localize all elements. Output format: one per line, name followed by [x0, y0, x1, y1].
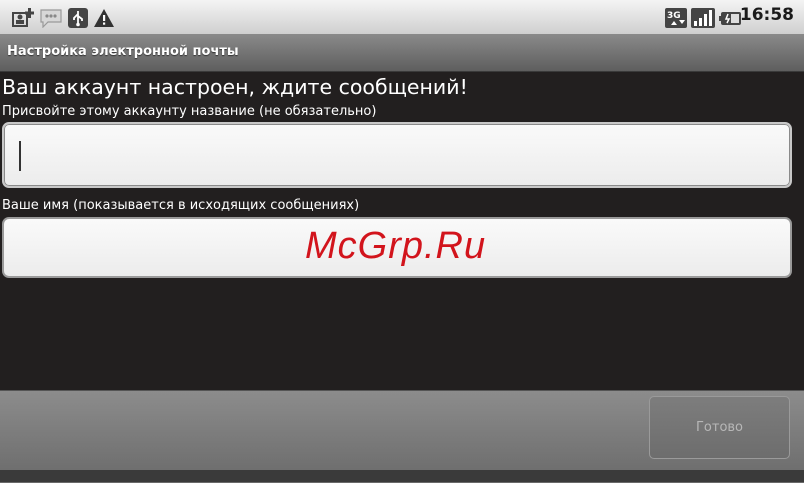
add-user-icon: [12, 8, 34, 27]
watermark: McGrp.Ru: [305, 225, 487, 267]
message-icon: [40, 9, 62, 28]
signal-icon: [691, 8, 715, 28]
usb-icon: [68, 8, 88, 28]
network-3g-icon: 3G: [665, 8, 687, 28]
warning-icon: [94, 9, 114, 27]
bottom-edge: [0, 470, 804, 482]
clock: 16:58: [739, 5, 794, 25]
network-badge: 3G: [667, 11, 681, 21]
account-name-input[interactable]: [2, 122, 792, 188]
done-button[interactable]: Готово: [649, 396, 790, 459]
status-bar: 3G 16:58: [0, 0, 804, 34]
title-bar: Настройка электронной почты: [0, 34, 804, 72]
your-name-label: Ваше имя (показывается в исходящих сообщ…: [2, 198, 360, 213]
setup-complete-heading: Ваш аккаунт настроен, ждите сообщений!: [2, 75, 468, 99]
account-name-label: Присвойте этому аккаунту название (не об…: [2, 104, 377, 119]
page-title: Настройка электронной почты: [7, 44, 239, 59]
text-cursor: [19, 141, 21, 171]
